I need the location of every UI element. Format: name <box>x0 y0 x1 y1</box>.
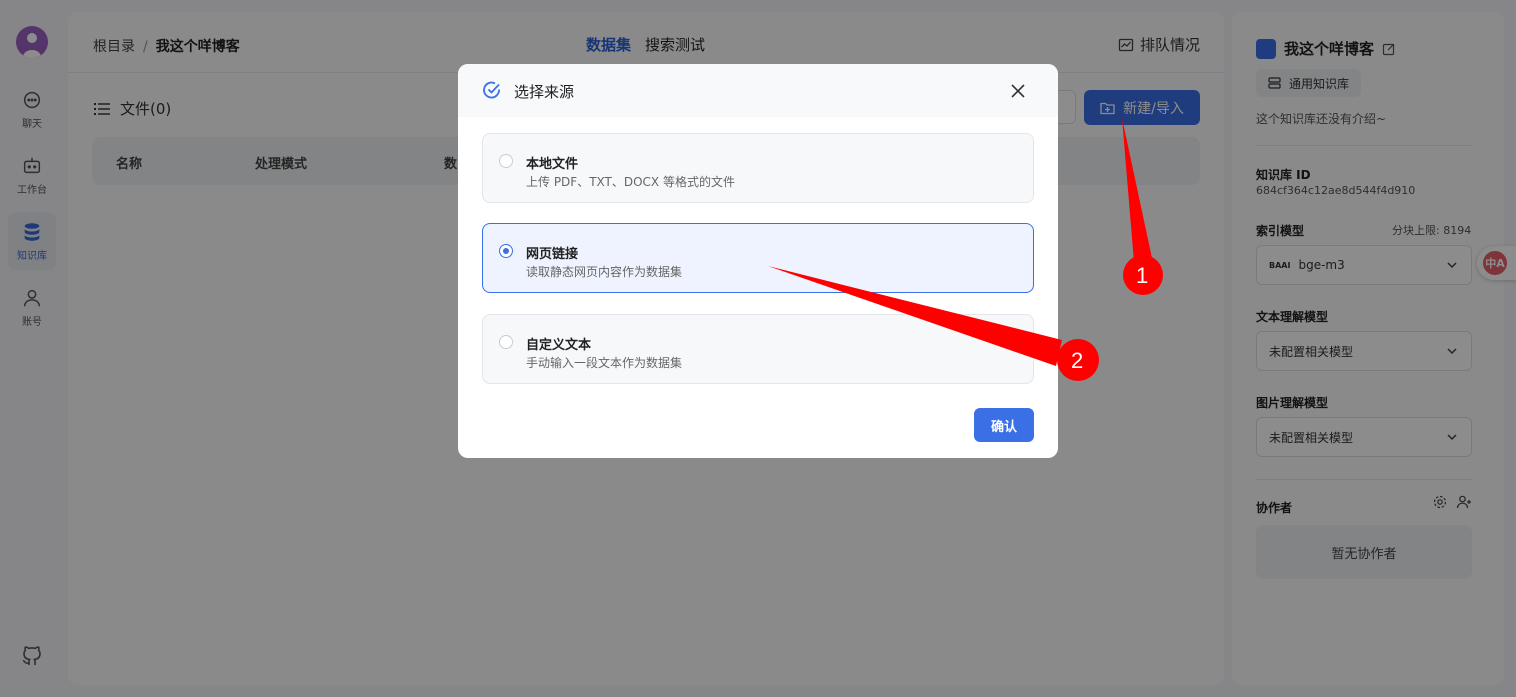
radio-button-selected[interactable] <box>499 244 513 258</box>
check-circle-icon <box>483 81 500 99</box>
select-source-dialog: 选择来源 本地文件 上传 PDF、TXT、DOCX 等格式的文件 网页链接 读取… <box>458 64 1058 458</box>
confirm-button[interactable]: 确认 <box>974 408 1034 442</box>
radio-button[interactable] <box>499 335 513 349</box>
dialog-title: 选择来源 <box>514 83 575 101</box>
option-title: 网页链接 <box>526 247 579 262</box>
close-icon[interactable] <box>1008 81 1028 101</box>
radio-button[interactable] <box>499 154 513 168</box>
source-option-local-file[interactable]: 本地文件 上传 PDF、TXT、DOCX 等格式的文件 <box>482 133 1034 203</box>
option-title: 本地文件 <box>526 157 579 172</box>
source-option-web-link[interactable]: 网页链接 读取静态网页内容作为数据集 <box>482 223 1034 293</box>
dialog-header: 选择来源 <box>458 64 1058 117</box>
source-option-custom-text[interactable]: 自定义文本 手动输入一段文本作为数据集 <box>482 314 1034 384</box>
option-description: 上传 PDF、TXT、DOCX 等格式的文件 <box>526 175 735 189</box>
option-description: 手动输入一段文本作为数据集 <box>526 356 683 370</box>
option-description: 读取静态网页内容作为数据集 <box>526 265 683 279</box>
option-title: 自定义文本 <box>526 338 592 353</box>
